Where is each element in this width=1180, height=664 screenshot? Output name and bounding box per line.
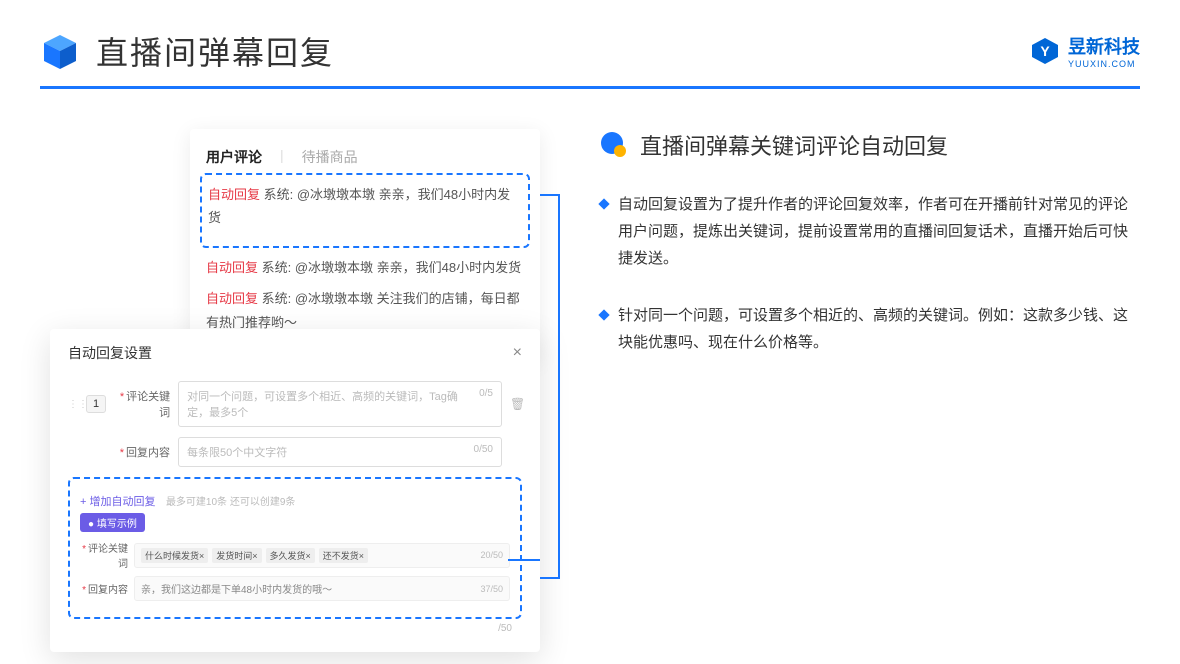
add-hint: 最多可建10条 还可以创建9条 <box>166 497 295 508</box>
page-title: 直播间弹幕回复 <box>96 28 334 74</box>
reply-label: *回复内容 <box>114 444 170 460</box>
keyword-counter: 0/5 <box>479 388 493 420</box>
diamond-icon <box>598 309 609 320</box>
svg-text:Y: Y <box>1040 43 1050 59</box>
ex-keyword-input[interactable]: 什么时候发货× 发货时间× 多久发货× 还不发货× 20/50 <box>134 543 510 568</box>
keyword-label: *评论关键词 <box>114 388 170 420</box>
example-box: + 增加自动回复 最多可建10条 还可以创建9条 ● 填写示例 *评论关键词 什… <box>68 477 522 619</box>
keyword-placeholder: 对同一个问题，可设置多个相近、高频的关键词，Tag确定，最多5个 <box>187 388 479 420</box>
ex-tag: 发货时间× <box>212 548 261 563</box>
add-auto-reply-link[interactable]: + 增加自动回复 <box>80 493 155 509</box>
reply-input[interactable]: 每条限50个中文字符 0/50 <box>178 437 502 467</box>
keyword-input[interactable]: 对同一个问题，可设置多个相近、高频的关键词，Tag确定，最多5个 0/5 <box>178 381 502 427</box>
trash-icon[interactable]: 🗑 <box>510 397 522 411</box>
auto-reply-tag: 自动回复 <box>208 187 260 202</box>
ex-tag: 多久发货× <box>266 548 315 563</box>
comment-item: 自动回复 系统: @冰墩墩本墩 亲亲，我们48小时内发货 <box>206 256 524 279</box>
tab-pending-products[interactable]: 待播商品 <box>302 147 358 167</box>
reply-counter: 0/50 <box>474 444 493 460</box>
comment-highlight-box: 自动回复 系统: @冰墩墩本墩 亲亲，我们48小时内发货 <box>200 173 530 248</box>
ex-keyword-counter: 20/50 <box>480 550 503 560</box>
bullet-item: 自动回复设置为了提升作者的评论回复效率，作者可在开播前针对常见的评论用户问题，提… <box>600 191 1140 272</box>
connector-line <box>540 194 560 579</box>
bullet-text: 自动回复设置为了提升作者的评论回复效率，作者可在开播前针对常见的评论用户问题，提… <box>618 191 1140 272</box>
brand-name: 昱新科技 <box>1068 37 1140 57</box>
ex-keyword-label: *评论关键词 <box>80 540 128 570</box>
bubble-icon <box>600 131 628 159</box>
drag-handle-icon[interactable]: ⋮⋮ <box>68 399 78 410</box>
auto-reply-tag: 自动回复 <box>206 291 258 306</box>
comment-panel: 用户评论 | 待播商品 自动回复 系统: @冰墩墩本墩 亲亲，我们48小时内发货… <box>190 129 540 360</box>
section-title-text: 直播间弹幕关键词评论自动回复 <box>640 129 948 161</box>
cube-icon <box>40 31 80 71</box>
brand-logo: Y 昱新科技 YUUXIN.COM <box>1030 33 1140 69</box>
ex-tag: 还不发货× <box>319 548 368 563</box>
comment-item: 自动回复 系统: @冰墩墩本墩 亲亲，我们48小时内发货 <box>208 183 522 230</box>
item-number: 1 <box>86 395 106 413</box>
comment-text: 系统: @冰墩墩本墩 亲亲，我们48小时内发货 <box>262 260 522 275</box>
mockup-area: 用户评论 | 待播商品 自动回复 系统: @冰墩墩本墩 亲亲，我们48小时内发货… <box>40 129 540 386</box>
bullet-item: 针对同一个问题，可设置多个相近的、高频的关键词。例如：这款多少钱、这块能优惠吗、… <box>600 302 1140 356</box>
right-content: 直播间弹幕关键词评论自动回复 自动回复设置为了提升作者的评论回复效率，作者可在开… <box>600 129 1140 386</box>
settings-title: 自动回复设置 <box>68 343 152 363</box>
diamond-icon <box>598 198 609 209</box>
tab-user-comments[interactable]: 用户评论 <box>206 147 262 167</box>
ex-tag: 什么时候发货× <box>141 548 208 563</box>
brand-sub: YUUXIN.COM <box>1068 59 1140 69</box>
bullet-text: 针对同一个问题，可设置多个相近的、高频的关键词。例如：这款多少钱、这块能优惠吗、… <box>618 302 1140 356</box>
tab-separator: | <box>280 147 284 167</box>
ex-reply-input[interactable]: 亲，我们这边都是下单48小时内发货的哦～ 37/50 <box>134 576 510 601</box>
ex-reply-text: 亲，我们这边都是下单48小时内发货的哦～ <box>141 581 332 596</box>
ex-reply-counter: 37/50 <box>480 584 503 594</box>
trailing-counter: /50 <box>68 623 522 634</box>
connector-line <box>508 559 540 561</box>
ex-reply-label: *回复内容 <box>80 581 128 596</box>
comment-item: 自动回复 系统: @冰墩墩本墩 关注我们的店铺，每日都有热门推荐哟～ <box>206 287 524 334</box>
auto-reply-tag: 自动回复 <box>206 260 258 275</box>
settings-panel: 自动回复设置 × ⋮⋮ 1 *评论关键词 对同一个问题，可设置多个相近、高频的关… <box>50 329 540 652</box>
example-badge: ● 填写示例 <box>80 513 145 532</box>
close-icon[interactable]: × <box>513 344 522 362</box>
reply-placeholder: 每条限50个中文字符 <box>187 444 287 460</box>
page-header: 直播间弹幕回复 Y 昱新科技 YUUXIN.COM <box>0 0 1180 86</box>
